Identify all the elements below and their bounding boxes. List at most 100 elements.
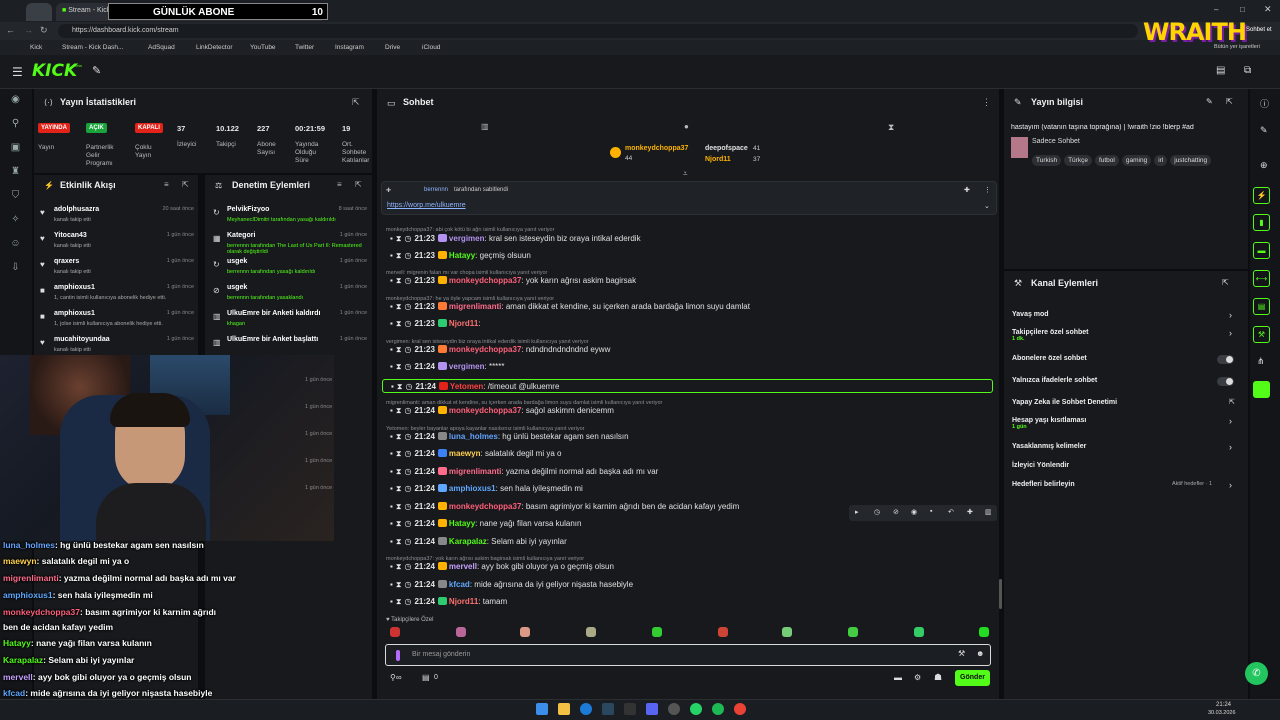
activity-row[interactable]: ♥ adolphusazra kanalı takip etti 20 saat ön…	[38, 206, 198, 233]
emote[interactable]	[520, 627, 530, 637]
chat-message[interactable]: ▪ ⧗ ◷ 21:23 migrenlimanti: aman dikkat et ke…	[390, 302, 750, 312]
delete-icon[interactable]: ▪	[390, 580, 393, 589]
layout-icon[interactable]: ▤	[1216, 65, 1225, 76]
edge-icon[interactable]	[580, 703, 592, 715]
url-field[interactable]: https://dashboard.kick.com/stream	[58, 24, 1138, 38]
chrome-icon[interactable]	[734, 703, 746, 715]
chat-message[interactable]: ▪ ⧗ ◷ 21:24 Njord11: tamam	[390, 597, 507, 607]
activity-row[interactable]: ■ amphioxus1 1, cantin isimli kullanıcıya …	[38, 284, 198, 311]
chat-message[interactable]: ▪ ⧗ ◷ 21:24 mervell: ayy bok gibi oluyor ya …	[390, 562, 614, 572]
tools-icon[interactable]: ✧	[9, 214, 22, 225]
trash-icon[interactable]: ▥	[481, 122, 489, 131]
chat-username[interactable]: maewyn	[449, 449, 481, 458]
link-icon[interactable]: ⚲	[9, 118, 22, 129]
delete-icon[interactable]: ▪	[390, 537, 393, 546]
timeout-icon[interactable]: ⧗	[396, 467, 402, 476]
points-icon[interactable]: ⚲∞	[390, 673, 402, 682]
chat-username[interactable]: monkeydchoppa37	[449, 502, 521, 511]
file-explorer-icon[interactable]	[558, 703, 570, 715]
bookmark-item[interactable]: Drive	[385, 44, 400, 51]
close-icon[interactable]: ✕	[1264, 4, 1272, 15]
reply-icon[interactable]: ↶	[948, 508, 954, 516]
chat-input[interactable]: Bir mesaj gönderin ⚒ ☻	[385, 644, 991, 666]
delete-icon[interactable]: ▪	[390, 519, 393, 528]
emote[interactable]	[718, 627, 728, 637]
mod-tools-icon[interactable]: ☗	[934, 672, 942, 683]
emote[interactable]	[979, 627, 989, 637]
delete-icon[interactable]: ▪	[390, 319, 393, 328]
channel-action-row[interactable]: İzleyici Yönlendir	[1012, 462, 1069, 469]
delete-icon[interactable]: ▪	[390, 597, 393, 606]
delete-icon[interactable]: ▪	[390, 562, 393, 571]
quick-action-raid[interactable]: ⟷	[1253, 270, 1270, 287]
chevron-right-icon[interactable]: ›	[1229, 480, 1232, 490]
timeout-icon[interactable]: ⧗	[396, 502, 402, 511]
tab-pinned[interactable]	[26, 3, 52, 21]
moderation-row[interactable]: ▥ UlkuEmre bir Anketi kaldırdı khagan 1 gün…	[211, 310, 371, 337]
toggle-switch[interactable]	[1217, 377, 1234, 386]
chat-mode-icon[interactable]: ●	[684, 122, 689, 131]
send-button[interactable]: Gönder	[955, 670, 990, 686]
ban-icon[interactable]: ⊘	[893, 508, 899, 516]
settings-icon[interactable]: ⚙	[914, 673, 921, 682]
chat-message[interactable]: ▪ ⧗ ◷ 21:24 Karapalaz: Selam abi iyi yayınla…	[390, 537, 567, 547]
bookmark-item[interactable]: iCloud	[422, 44, 440, 51]
delete-icon[interactable]: ▪	[390, 449, 393, 458]
info-icon[interactable]: ⓘ	[1260, 97, 1269, 110]
chat-message[interactable]: ▪ ⧗ ◷ 21:24 monkeydchoppa37: sağol askimm de…	[390, 406, 614, 416]
timeout-icon[interactable]: ◷	[874, 508, 880, 516]
chevron-right-icon[interactable]: ›	[1229, 416, 1232, 426]
menu-icon[interactable]: ☰	[12, 65, 23, 79]
chat-message[interactable]: ▪ ⧗ ◷ 21:23 vergimen: kral sen isteseydin bi…	[390, 234, 641, 244]
delete-icon[interactable]: ▥	[985, 508, 992, 516]
delete-icon[interactable]: ▪	[390, 234, 393, 243]
moderation-row[interactable]: ⊘ usgek berrennn tarafından yasaklandı 1 gü…	[211, 284, 371, 311]
chat-username[interactable]: Karapalaz	[449, 537, 487, 546]
chat-username[interactable]: Njord11	[449, 319, 478, 328]
steam-icon[interactable]	[602, 703, 614, 715]
emote[interactable]	[456, 627, 466, 637]
chat-message[interactable]: ▪ ⧗ ◷ 21:24 migrenlimanti: yazma değilmi nor…	[390, 467, 658, 477]
emote[interactable]	[652, 627, 662, 637]
chat-message[interactable]: ▪ ⧗ ◷ 21:24 luna_holmes: hg ünlü bestekar ag…	[390, 432, 629, 442]
stream-icon[interactable]: ◉	[9, 94, 22, 105]
bookmark-item[interactable]: Stream - Kick Dash...	[62, 44, 123, 51]
timeout-icon[interactable]: ⧗	[396, 345, 402, 354]
chat-username[interactable]: luna_holmes	[449, 432, 498, 441]
chat-scrollbar[interactable]	[999, 579, 1002, 609]
terminal-icon[interactable]	[624, 703, 636, 715]
timeout-icon[interactable]: ⧗	[396, 406, 402, 415]
chat-message[interactable]: ▪ ⧗ ◷ 21:23 Hatayy: geçmiş olsuun	[390, 251, 531, 261]
download-icon[interactable]: ⇩	[9, 262, 22, 273]
bookmark-item[interactable]: Instagram	[335, 44, 364, 51]
minimize-icon[interactable]: –	[1214, 5, 1218, 14]
kick-logo[interactable]: KICK	[32, 61, 77, 81]
pin-icon[interactable]: ✎	[92, 64, 101, 77]
quick-action-clip[interactable]: ▮	[1253, 214, 1270, 231]
channel-action-row[interactable]: Takipçilere özel sohbet 1 dk.	[1012, 329, 1089, 342]
bookmark-item[interactable]: YouTube	[250, 44, 276, 51]
chat-message[interactable]: ▪ ⧗ ◷ 21:24 Yetomen: /timeout @ulkuemre	[382, 379, 993, 393]
chat-username[interactable]: monkeydchoppa37	[449, 345, 521, 354]
chat-username[interactable]: Yetomen	[450, 382, 483, 391]
target-icon[interactable]: ⊕	[1260, 160, 1268, 171]
timeout-icon[interactable]: ⧗	[396, 580, 402, 589]
channel-action-row[interactable]: Hesap yaşı kısıtlaması 1 gün	[1012, 417, 1086, 430]
chat-message[interactable]: ▪ ⧗ ◷ 21:23 Njord11:	[390, 319, 481, 329]
chevron-right-icon[interactable]: ›	[1229, 328, 1232, 338]
delete-icon[interactable]: ▪	[390, 484, 393, 493]
toggle-switch[interactable]	[1217, 355, 1234, 364]
chat-message[interactable]: ▪ ⧗ ◷ 21:24 amphioxus1: sen hala iyileşmedin…	[390, 484, 583, 494]
chat-username[interactable]: mervell	[449, 562, 477, 571]
timeout-icon[interactable]: ⧗	[396, 432, 402, 441]
maximize-icon[interactable]: □	[1240, 5, 1245, 14]
chat-username[interactable]: Hatayy	[449, 251, 475, 260]
users-icon[interactable]: ☺	[9, 238, 22, 249]
channel-action-row[interactable]: Yasaklanmış kelimeler	[1012, 443, 1086, 450]
delete-icon[interactable]: ▪	[390, 362, 393, 371]
channel-action-row[interactable]: Yalnızca ifadelerle sohbet	[1012, 377, 1097, 384]
chevron-right-icon[interactable]: ›	[1229, 310, 1232, 320]
chat-username[interactable]: amphioxus1	[449, 484, 496, 493]
pencil-icon[interactable]: ✎	[1260, 125, 1268, 136]
delete-icon[interactable]: ▪	[390, 467, 393, 476]
